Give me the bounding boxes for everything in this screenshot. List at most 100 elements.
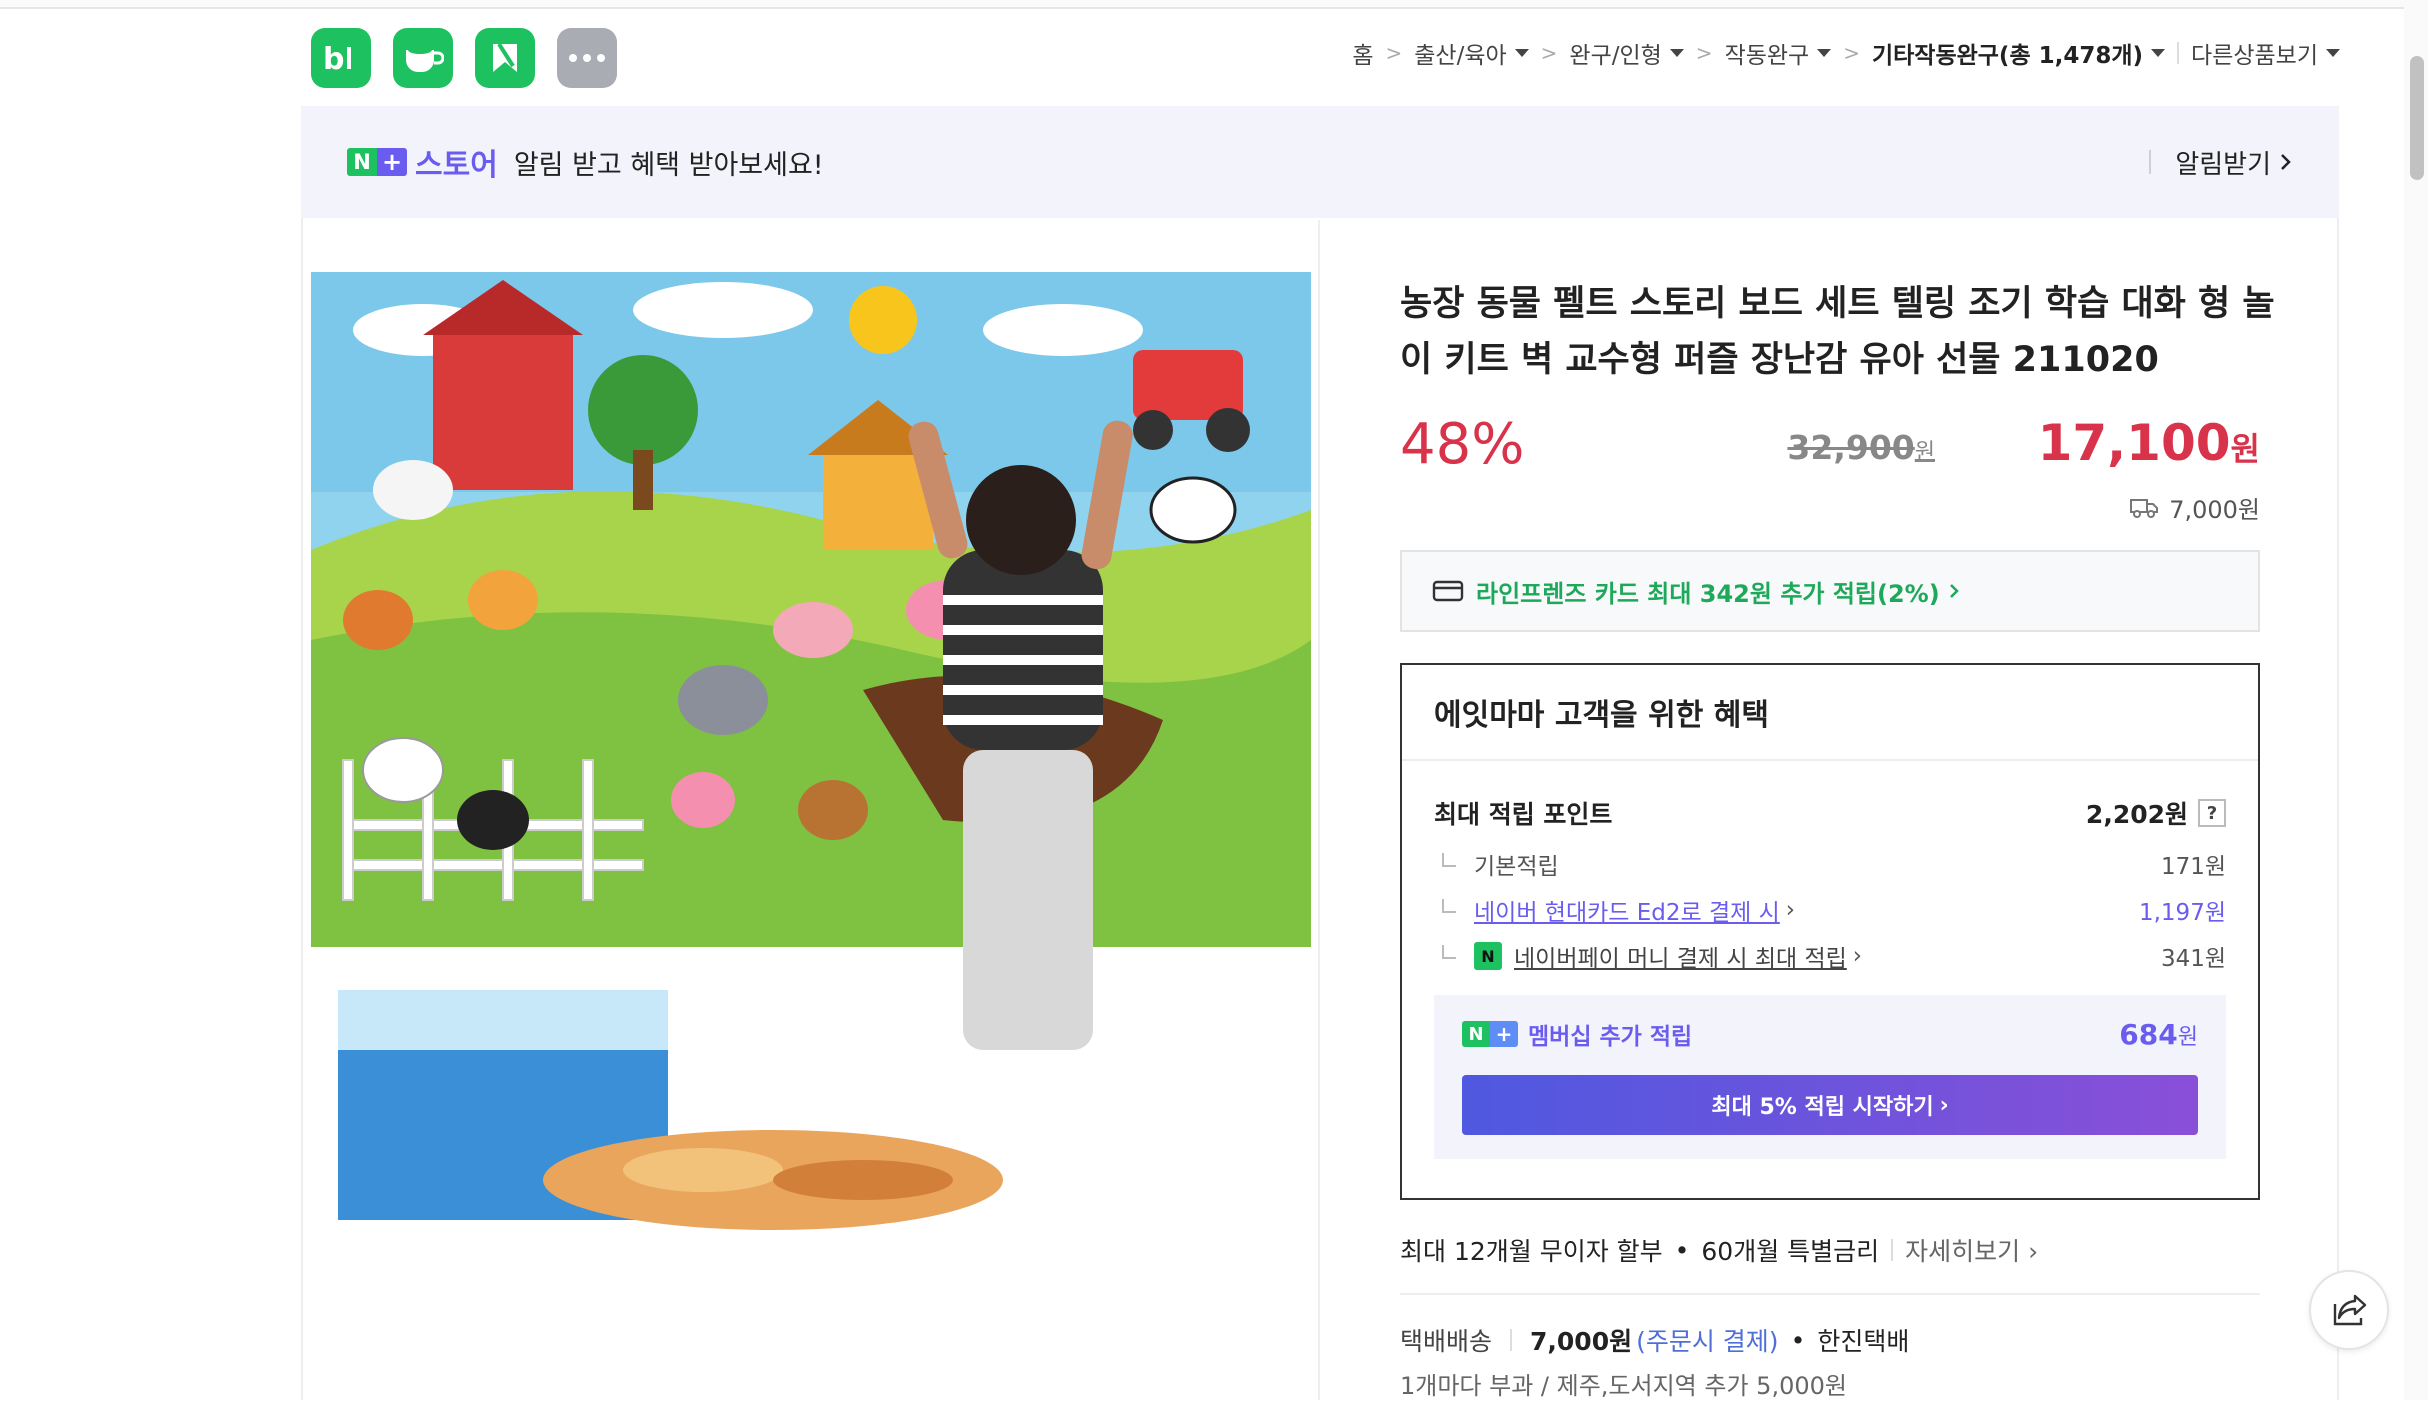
chevron-right-icon	[2281, 154, 2291, 170]
alarm-subscribe-button[interactable]: 알림받기	[2149, 144, 2293, 181]
membership-value: 684원	[2119, 1018, 2198, 1051]
delivery-payment-type: (주문시 결제)	[1636, 1327, 1779, 1356]
membership-box: N + 멤버십 추가 적립 684원 최대 5% 적립 시작하기 ›	[1434, 995, 2226, 1159]
product-image[interactable]	[303, 220, 1319, 1236]
hyundai-card-row: 네이버 현대카드 Ed2로 결제 시 › 1,197원	[1434, 893, 2226, 927]
scrollbar-thumb[interactable]	[2410, 56, 2424, 180]
caret-down-icon	[1817, 49, 1832, 57]
breadcrumb-category-3[interactable]: 작동완구	[1725, 36, 1832, 70]
caret-down-icon	[1669, 49, 1684, 57]
store-notification-bar: N + 스토어 알림 받고 혜택 받아보세요! 알림받기	[301, 106, 2339, 218]
sale-price: 17,100원	[2038, 414, 2260, 472]
other-products-label: 다른상품보기	[2191, 43, 2318, 69]
breadcrumb-category-1[interactable]: 출산/육아	[1414, 36, 1529, 70]
max-points-value-group: 2,202원 ?	[2086, 795, 2226, 831]
delivery-fee: 7,000원	[1530, 1327, 1633, 1356]
base-points-label: 기본적립	[1474, 854, 1559, 880]
naverpay-label: 네이버페이 머니 결제 시 최대 적립	[1514, 946, 1847, 972]
card-benefit-text: 라인프렌즈 카드 최대 342원 추가 적립(2%)	[1476, 579, 1940, 608]
breadcrumb-separator: >	[1695, 41, 1713, 65]
breadcrumb-category-4[interactable]: 기타작동완구(총 1,478개)	[1871, 36, 2166, 70]
delivery-info: 택배배송 7,000원 (주문시 결제) • 한진택배	[1400, 1322, 1909, 1358]
page-scrollbar[interactable]	[2404, 0, 2428, 1400]
delivery-label: 택배배송	[1400, 1327, 1493, 1356]
tree-branch-icon	[1442, 899, 1456, 913]
column-divider	[1318, 220, 1320, 1400]
breadcrumb-category-1-label: 출산/육아	[1414, 43, 1507, 69]
delivery-carrier: 한진택배	[1817, 1327, 1910, 1356]
naver-n-badge: N	[347, 148, 377, 176]
original-price-unit: 원	[1914, 440, 1935, 465]
installment-more-label: 자세히보기	[1905, 1237, 2021, 1266]
original-price-value: 32,900	[1787, 428, 1915, 467]
share-button[interactable]	[2309, 1270, 2389, 1350]
breadcrumb-category-2[interactable]: 완구/인형	[1569, 36, 1684, 70]
membership-start-button[interactable]: 최대 5% 적립 시작하기 ›	[1462, 1075, 2198, 1135]
delivery-note: 1개마다 부과 / 제주,도서지역 추가 5,000원	[1400, 1372, 1847, 1400]
naver-plus-badge: N +	[1462, 1021, 1518, 1047]
base-points-label-group: 기본적립	[1434, 847, 1559, 881]
delivery-divider	[1510, 1329, 1513, 1351]
bullet-dot: •	[1790, 1325, 1806, 1355]
alarm-label: 알림받기	[2175, 149, 2271, 180]
product-title: 농장 동물 펠트 스토리 보드 세트 텔링 조기 학습 대화 형 놀이 키트 벽…	[1400, 284, 2275, 380]
other-products-button[interactable]: 다른상품보기	[2191, 36, 2340, 70]
naverpay-link[interactable]: N 네이버페이 머니 결제 시 최대 적립 ›	[1434, 939, 1862, 973]
breadcrumb-separator: >	[1385, 41, 1403, 65]
installment-more-link[interactable]: 자세히보기 ›	[1905, 1232, 2038, 1268]
shipping-fee-value: 7,000원	[2169, 496, 2260, 524]
breadcrumb-category-4-label: 기타작동완구(총 1,478개)	[1871, 43, 2144, 69]
membership-label: 멤버십 추가 적립	[1528, 1024, 1693, 1050]
sale-price-value: 17,100	[2037, 414, 2231, 472]
membership-value-number: 684	[2119, 1017, 2178, 1051]
truck-icon	[2130, 498, 2159, 518]
tree-branch-icon	[1442, 945, 1456, 959]
hyundai-card-label: 네이버 현대카드 Ed2로 결제 시	[1474, 900, 1780, 926]
app-icon-bar: b	[311, 28, 617, 88]
naver-plus-store-logo: N +	[347, 148, 407, 176]
breadcrumb-home[interactable]: 홈	[1352, 36, 1373, 70]
max-points-label: 최대 적립 포인트	[1434, 800, 1613, 829]
base-points-value: 171원	[2160, 854, 2226, 880]
membership-value-unit: 원	[2177, 1024, 2198, 1050]
plus-badge: +	[377, 148, 407, 176]
alarm-divider	[2149, 150, 2152, 174]
more-icon[interactable]	[557, 28, 617, 88]
sale-price-unit: 원	[2230, 430, 2260, 468]
cafe-icon[interactable]	[393, 28, 453, 88]
caret-down-icon	[2326, 49, 2340, 57]
hyundai-card-value: 1,197원	[2138, 900, 2226, 926]
browser-top-edge	[0, 0, 2428, 9]
naverpay-icon: N	[1474, 942, 1502, 970]
tree-branch-icon	[1442, 853, 1456, 867]
naverpay-row: N 네이버페이 머니 결제 시 최대 적립 › 341원	[1434, 939, 2226, 973]
blog-icon[interactable]: b	[311, 28, 371, 88]
chevron-right-icon: ›	[1852, 943, 1862, 969]
share-icon	[2333, 1294, 2367, 1326]
benefit-header: 에잇마마 고객을 위한 혜택	[1402, 665, 2258, 761]
max-points-value: 2,202원	[2085, 800, 2188, 829]
installment-info: 최대 12개월 무이자 할부 • 60개월 특별금리 자세히보기 ›	[1400, 1232, 2038, 1268]
installment-divider	[1891, 1239, 1894, 1261]
membership-start-label: 최대 5% 적립 시작하기	[1711, 1095, 1934, 1120]
breadcrumb-category-2-label: 완구/인형	[1569, 43, 1662, 69]
shipping-fee: 7,000원	[2129, 490, 2260, 525]
installment-text-1: 최대 12개월 무이자 할부	[1400, 1237, 1663, 1266]
plus-badge: +	[1490, 1021, 1518, 1047]
chevron-right-icon: ›	[1939, 1092, 1949, 1118]
breadcrumb: 홈 > 출산/육아 > 완구/인형 > 작동완구 > 기타작동완구(총 1,47…	[1352, 36, 2340, 70]
chevron-right-icon: ›	[2028, 1237, 2039, 1266]
felt-board-illustration	[303, 220, 1319, 1236]
store-message: 알림 받고 혜택 받아보세요!	[513, 149, 824, 181]
card-benefit-banner[interactable]: 라인프렌즈 카드 최대 342원 추가 적립(2%)	[1400, 550, 2260, 632]
store-word: 스토어	[415, 148, 498, 183]
post-icon[interactable]	[475, 28, 535, 88]
help-button[interactable]: ?	[2198, 799, 2226, 827]
max-points-row: 최대 적립 포인트 2,202원 ?	[1434, 795, 2226, 831]
hyundai-card-link[interactable]: 네이버 현대카드 Ed2로 결제 시 ›	[1434, 893, 1795, 927]
chevron-right-icon	[1949, 584, 1959, 598]
naverpay-value: 341원	[2160, 946, 2226, 972]
breadcrumb-separator: >	[1540, 41, 1558, 65]
installment-text-2: 60개월 특별금리	[1701, 1237, 1880, 1266]
naver-n-badge: N	[1462, 1021, 1490, 1047]
